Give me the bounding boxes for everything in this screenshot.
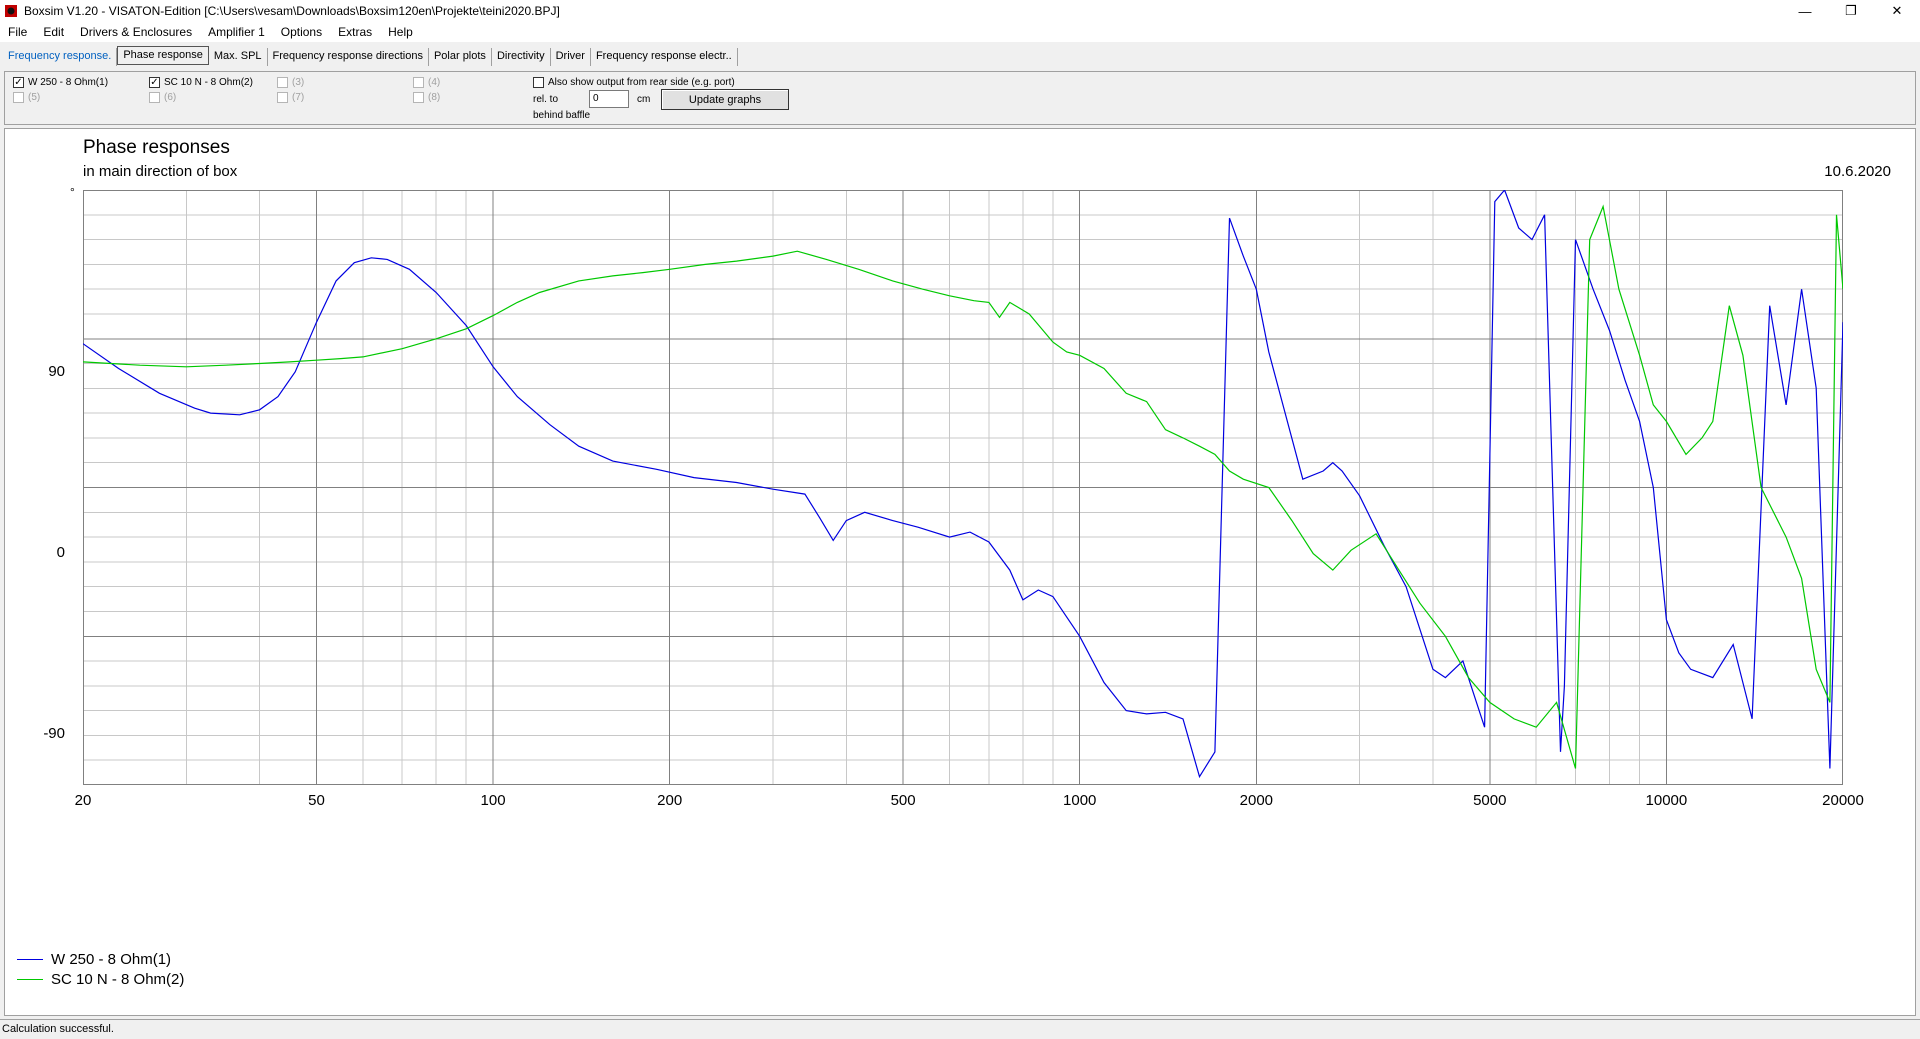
behind-baffle-label: behind baffle — [533, 110, 591, 121]
checkbox-box — [277, 77, 288, 88]
driver-label: (3) — [292, 77, 305, 88]
driver-label: (4) — [428, 77, 441, 88]
x-tick-label: 100 — [480, 792, 506, 809]
checkbox-box — [149, 92, 160, 103]
chart-area: Phase responses in main direction of box… — [4, 128, 1916, 1016]
x-tick-label: 20000 — [1822, 792, 1864, 809]
tab-polar-plots[interactable]: Polar plots — [429, 48, 492, 66]
x-tick-label: 1000 — [1063, 792, 1097, 809]
driver-label: (5) — [28, 92, 41, 103]
menu-file[interactable]: File — [0, 25, 35, 39]
tab-frequency-response-directions[interactable]: Frequency response directions — [268, 48, 429, 66]
unit-label: cm — [637, 94, 651, 105]
chart-title: Phase responses — [83, 137, 230, 158]
x-tick-label: 50 — [308, 792, 325, 809]
driver-checkbox-7: (7) — [277, 92, 304, 103]
title-bar: Boxsim V1.20 - VISATON-Edition [C:\Users… — [0, 0, 1920, 22]
y-unit-label: ° — [70, 185, 75, 199]
y-tick-label: 90 — [48, 363, 65, 380]
menu-edit[interactable]: Edit — [35, 25, 72, 39]
rear-output-checkbox[interactable]: Also show output from rear side (e.g. po… — [533, 77, 735, 88]
driver-checkbox-5: (5) — [13, 92, 40, 103]
tab-frequency-response[interactable]: Frequency response. — [3, 48, 118, 66]
checkbox-box — [413, 92, 424, 103]
chart-subtitle: in main direction of box — [83, 163, 238, 180]
driver-checkbox-6: (6) — [149, 92, 176, 103]
legend-label: W 250 - 8 Ohm(1) — [51, 951, 172, 968]
driver-label: (7) — [292, 92, 305, 103]
legend-swatch-blue — [17, 959, 43, 960]
driver-options-panel: ✓ W 250 - 8 Ohm(1) ✓ SC 10 N - 8 Ohm(2) … — [4, 71, 1916, 125]
tab-max-spl[interactable]: Max. SPL — [209, 48, 268, 66]
update-graphs-button[interactable]: Update graphs — [661, 89, 789, 110]
checkbox-box — [533, 77, 544, 88]
status-bar: Calculation successful. — [0, 1019, 1920, 1039]
legend-item-w250: W 250 - 8 Ohm(1) — [17, 951, 171, 968]
driver-checkbox-1[interactable]: ✓ W 250 - 8 Ohm(1) — [13, 77, 108, 88]
x-tick-label: 500 — [890, 792, 916, 809]
menu-help[interactable]: Help — [380, 25, 421, 39]
menu-drivers-enclosures[interactable]: Drivers & Enclosures — [72, 25, 200, 39]
x-tick-label: 200 — [657, 792, 683, 809]
maximize-button[interactable]: ❐ — [1828, 0, 1874, 22]
menu-extras[interactable]: Extras — [330, 25, 380, 39]
close-button[interactable]: ✕ — [1874, 0, 1920, 22]
driver-checkbox-4: (4) — [413, 77, 440, 88]
x-tick-label: 20 — [74, 792, 92, 809]
phase-response-plot — [83, 190, 1843, 785]
driver-checkbox-3: (3) — [277, 77, 304, 88]
driver-label: SC 10 N - 8 Ohm(2) — [164, 77, 253, 88]
rear-output-label: Also show output from rear side (e.g. po… — [548, 77, 735, 88]
tab-driver[interactable]: Driver — [551, 48, 591, 66]
app-icon — [5, 5, 17, 17]
distance-input[interactable]: 0 — [589, 90, 629, 108]
chart-date: 10.6.2020 — [1824, 163, 1891, 180]
driver-label: (8) — [428, 92, 441, 103]
driver-checkbox-2[interactable]: ✓ SC 10 N - 8 Ohm(2) — [149, 77, 253, 88]
checkbox-box — [277, 92, 288, 103]
legend-label: SC 10 N - 8 Ohm(2) — [51, 971, 185, 988]
legend-item-sc10n: SC 10 N - 8 Ohm(2) — [17, 971, 184, 988]
series-line-w250 — [83, 190, 1843, 779]
tab-bar: Frequency response. Phase response Max. … — [0, 44, 1920, 66]
menu-bar: File Edit Drivers & Enclosures Amplifier… — [0, 22, 1920, 42]
driver-checkbox-8: (8) — [413, 92, 440, 103]
y-tick-label: -90 — [43, 725, 65, 742]
window-title: Boxsim V1.20 - VISATON-Edition [C:\Users… — [24, 4, 560, 18]
checkbox-box: ✓ — [13, 76, 24, 88]
minimize-button[interactable]: — — [1782, 0, 1828, 22]
driver-label: (6) — [164, 92, 177, 103]
x-tick-label: 2000 — [1239, 792, 1274, 809]
menu-options[interactable]: Options — [273, 25, 330, 39]
tab-phase-response[interactable]: Phase response — [117, 46, 209, 65]
menu-amplifier[interactable]: Amplifier 1 — [200, 25, 273, 39]
x-tick-label: 10000 — [1645, 792, 1688, 809]
y-tick-label: 0 — [56, 544, 65, 561]
checkbox-box: ✓ — [149, 76, 160, 88]
checkbox-box — [13, 92, 24, 103]
legend-swatch-green — [17, 979, 43, 980]
x-tick-label: 5000 — [1473, 792, 1507, 809]
rel-to-label: rel. to — [533, 94, 559, 105]
tab-frequency-response-electr[interactable]: Frequency response electr.. — [591, 48, 738, 66]
tab-directivity[interactable]: Directivity — [492, 48, 551, 66]
driver-label: W 250 - 8 Ohm(1) — [28, 77, 109, 88]
checkbox-box — [413, 77, 424, 88]
